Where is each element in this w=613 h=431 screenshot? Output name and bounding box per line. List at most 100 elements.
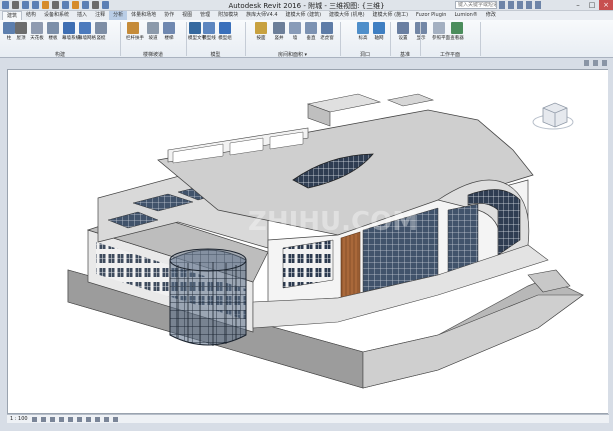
shadows-icon[interactable]: [58, 416, 64, 422]
ribbon-button-23[interactable]: 查看器: [450, 22, 464, 41]
ribbon-tool-icon: [289, 22, 301, 34]
visual-style-icon[interactable]: [40, 416, 46, 422]
ribbon: 柱屋顶 天花板 楼板 幕墙系统 幕墙网格 竖梃 栏杆扶手 坡道 楼梯 模型文字 模型线 模型组 按面 竖井…: [0, 20, 613, 58]
view-restore-icon[interactable]: [593, 60, 598, 66]
ribbon-button-label: 竖梃: [96, 36, 106, 41]
tab-0[interactable]: 建筑: [2, 11, 23, 20]
ribbon-button-8[interactable]: 坡道: [146, 22, 160, 41]
app-name: Autodesk Revit 2016 -: [228, 2, 306, 10]
ribbon-button-label: 竖井: [274, 36, 284, 41]
lock-3d-icon[interactable]: [94, 416, 100, 422]
ribbon-button-4[interactable]: 幕墙系统: [62, 22, 80, 41]
ribbon-button-3[interactable]: 楼板: [46, 22, 60, 41]
ribbon-button-label: 幕墙网格: [78, 36, 96, 41]
tab-5[interactable]: 分析: [109, 11, 128, 20]
ribbon-tool-icon: [219, 22, 231, 34]
ribbon-tool-icon: [47, 22, 59, 34]
viewcube[interactable]: [532, 102, 574, 130]
comm-center-icon[interactable]: [508, 1, 514, 9]
star-icon[interactable]: [517, 1, 523, 9]
ribbon-button-label: 屋顶: [16, 36, 26, 41]
ribbon-button-label: 模型组: [218, 36, 232, 41]
ribbon-button-6[interactable]: 竖梃: [94, 22, 108, 41]
tab-17[interactable]: 修改: [482, 11, 500, 20]
ribbon-button-label: 轴网: [374, 36, 384, 41]
temporary-hide-icon[interactable]: [103, 416, 109, 422]
tab-14[interactable]: 建模大师 (施工): [369, 11, 413, 20]
ribbon-button-7[interactable]: 栏杆扶手: [126, 22, 144, 41]
timber-screen: [340, 231, 361, 301]
close-button[interactable]: ×: [599, 0, 613, 10]
help-icon[interactable]: [535, 1, 541, 9]
revit-app: Autodesk Revit 2016 - 附城 - 三维视图: {三维} 键入…: [0, 0, 613, 431]
title-bar: Autodesk Revit 2016 - 附城 - 三维视图: {三维} 键入…: [0, 0, 613, 11]
ribbon-button-10[interactable]: 模型文字: [188, 22, 206, 41]
ribbon-tool-icon: [127, 22, 139, 34]
ribbon-tool-icon: [147, 22, 159, 34]
ribbon-button-17[interactable]: 老虎窗: [320, 22, 334, 41]
ribbon-button-label: 查看器: [450, 36, 464, 41]
ribbon-button-16[interactable]: 垂直: [304, 22, 318, 41]
tab-9[interactable]: 管理: [196, 11, 214, 20]
tab-16[interactable]: Lumion®: [450, 11, 481, 20]
ribbon-tool-icon: [415, 22, 427, 34]
ribbon-button-label: 按面: [256, 36, 266, 41]
view-close-icon[interactable]: [602, 60, 607, 66]
minimize-button[interactable]: –: [571, 0, 585, 10]
tab-12[interactable]: 建模大师 (建筑): [282, 11, 326, 20]
3d-view-canvas[interactable]: ZHIHU.COM: [7, 69, 609, 414]
ribbon-button-13[interactable]: 按面: [254, 22, 268, 41]
binoculars-icon[interactable]: [499, 1, 505, 9]
tab-13[interactable]: 建模大师 (机电): [325, 11, 369, 20]
tab-7[interactable]: 协作: [160, 11, 178, 20]
vertical-scrollbar[interactable]: [608, 69, 613, 414]
ribbon-tool-icon: [15, 22, 27, 34]
ribbon-tool-icon: [255, 22, 267, 34]
rendering-icon[interactable]: [67, 416, 73, 422]
glass-cylinder: [169, 248, 247, 346]
tab-1[interactable]: 结构: [22, 11, 40, 20]
ribbon-button-2[interactable]: 天花板: [30, 22, 44, 41]
ribbon-button-label: 标高: [358, 36, 368, 41]
ribbon-tool-icon: [63, 22, 75, 34]
view-minimize-icon[interactable]: [584, 60, 589, 66]
tab-10[interactable]: 附加模块: [214, 11, 242, 20]
ribbon-button-15[interactable]: 墙: [288, 22, 302, 41]
ribbon-button-20[interactable]: 设置: [396, 22, 410, 41]
ribbon-button-18[interactable]: 标高: [356, 22, 370, 41]
ribbon-button-19[interactable]: 轴网: [372, 22, 386, 41]
crop-icon[interactable]: [76, 416, 82, 422]
ribbon-button-21[interactable]: 显示: [414, 22, 428, 41]
ribbon-button-22[interactable]: 参照平面: [432, 22, 450, 41]
tab-8[interactable]: 视图: [178, 11, 196, 20]
tab-15[interactable]: Fuzor Plugin: [412, 11, 450, 20]
ribbon-tool-icon: [321, 22, 333, 34]
ribbon-panel-label: 洞口: [359, 52, 370, 58]
user-icon[interactable]: [526, 1, 532, 9]
ribbon-panel-label: 工作平面: [439, 52, 460, 58]
ribbon-button-1[interactable]: 屋顶: [14, 22, 28, 41]
ribbon-button-5[interactable]: 幕墙网格: [78, 22, 96, 41]
view-tab-bar: [0, 58, 613, 69]
tab-4[interactable]: 注释: [91, 11, 109, 20]
view-scale[interactable]: 1 : 100: [10, 416, 28, 422]
detail-level-icon[interactable]: [31, 416, 37, 422]
ribbon-button-label: 坡道: [148, 36, 158, 41]
ribbon-button-9[interactable]: 楼梯: [162, 22, 176, 41]
tab-11[interactable]: 族库大师V4.4: [242, 11, 281, 20]
reveal-hidden-icon[interactable]: [112, 416, 118, 422]
ribbon-button-12[interactable]: 模型组: [218, 22, 232, 41]
tab-3[interactable]: 插入: [73, 11, 91, 20]
ribbon-tabs: 建筑 结构 设备和系统 插入 注释 分析 体量和场地 协作 视图 管理 附加模块 族库大师V4.4 建模…: [0, 11, 613, 20]
ribbon-button-11[interactable]: 模型线: [202, 22, 216, 41]
sun-path-icon[interactable]: [49, 416, 55, 422]
document-name: 附城 - 三维视图: {三维}: [308, 2, 385, 10]
tab-6[interactable]: 体量和场地: [127, 11, 160, 20]
ribbon-button-14[interactable]: 竖井: [272, 22, 286, 41]
crop-show-icon[interactable]: [85, 416, 91, 422]
view-window-controls: [584, 60, 607, 66]
maximize-button[interactable]: □: [585, 0, 599, 10]
ribbon-tool-icon: [163, 22, 175, 34]
search-input[interactable]: 键入关键字或短语: [455, 1, 497, 9]
tab-2[interactable]: 设备和系统: [40, 11, 73, 20]
